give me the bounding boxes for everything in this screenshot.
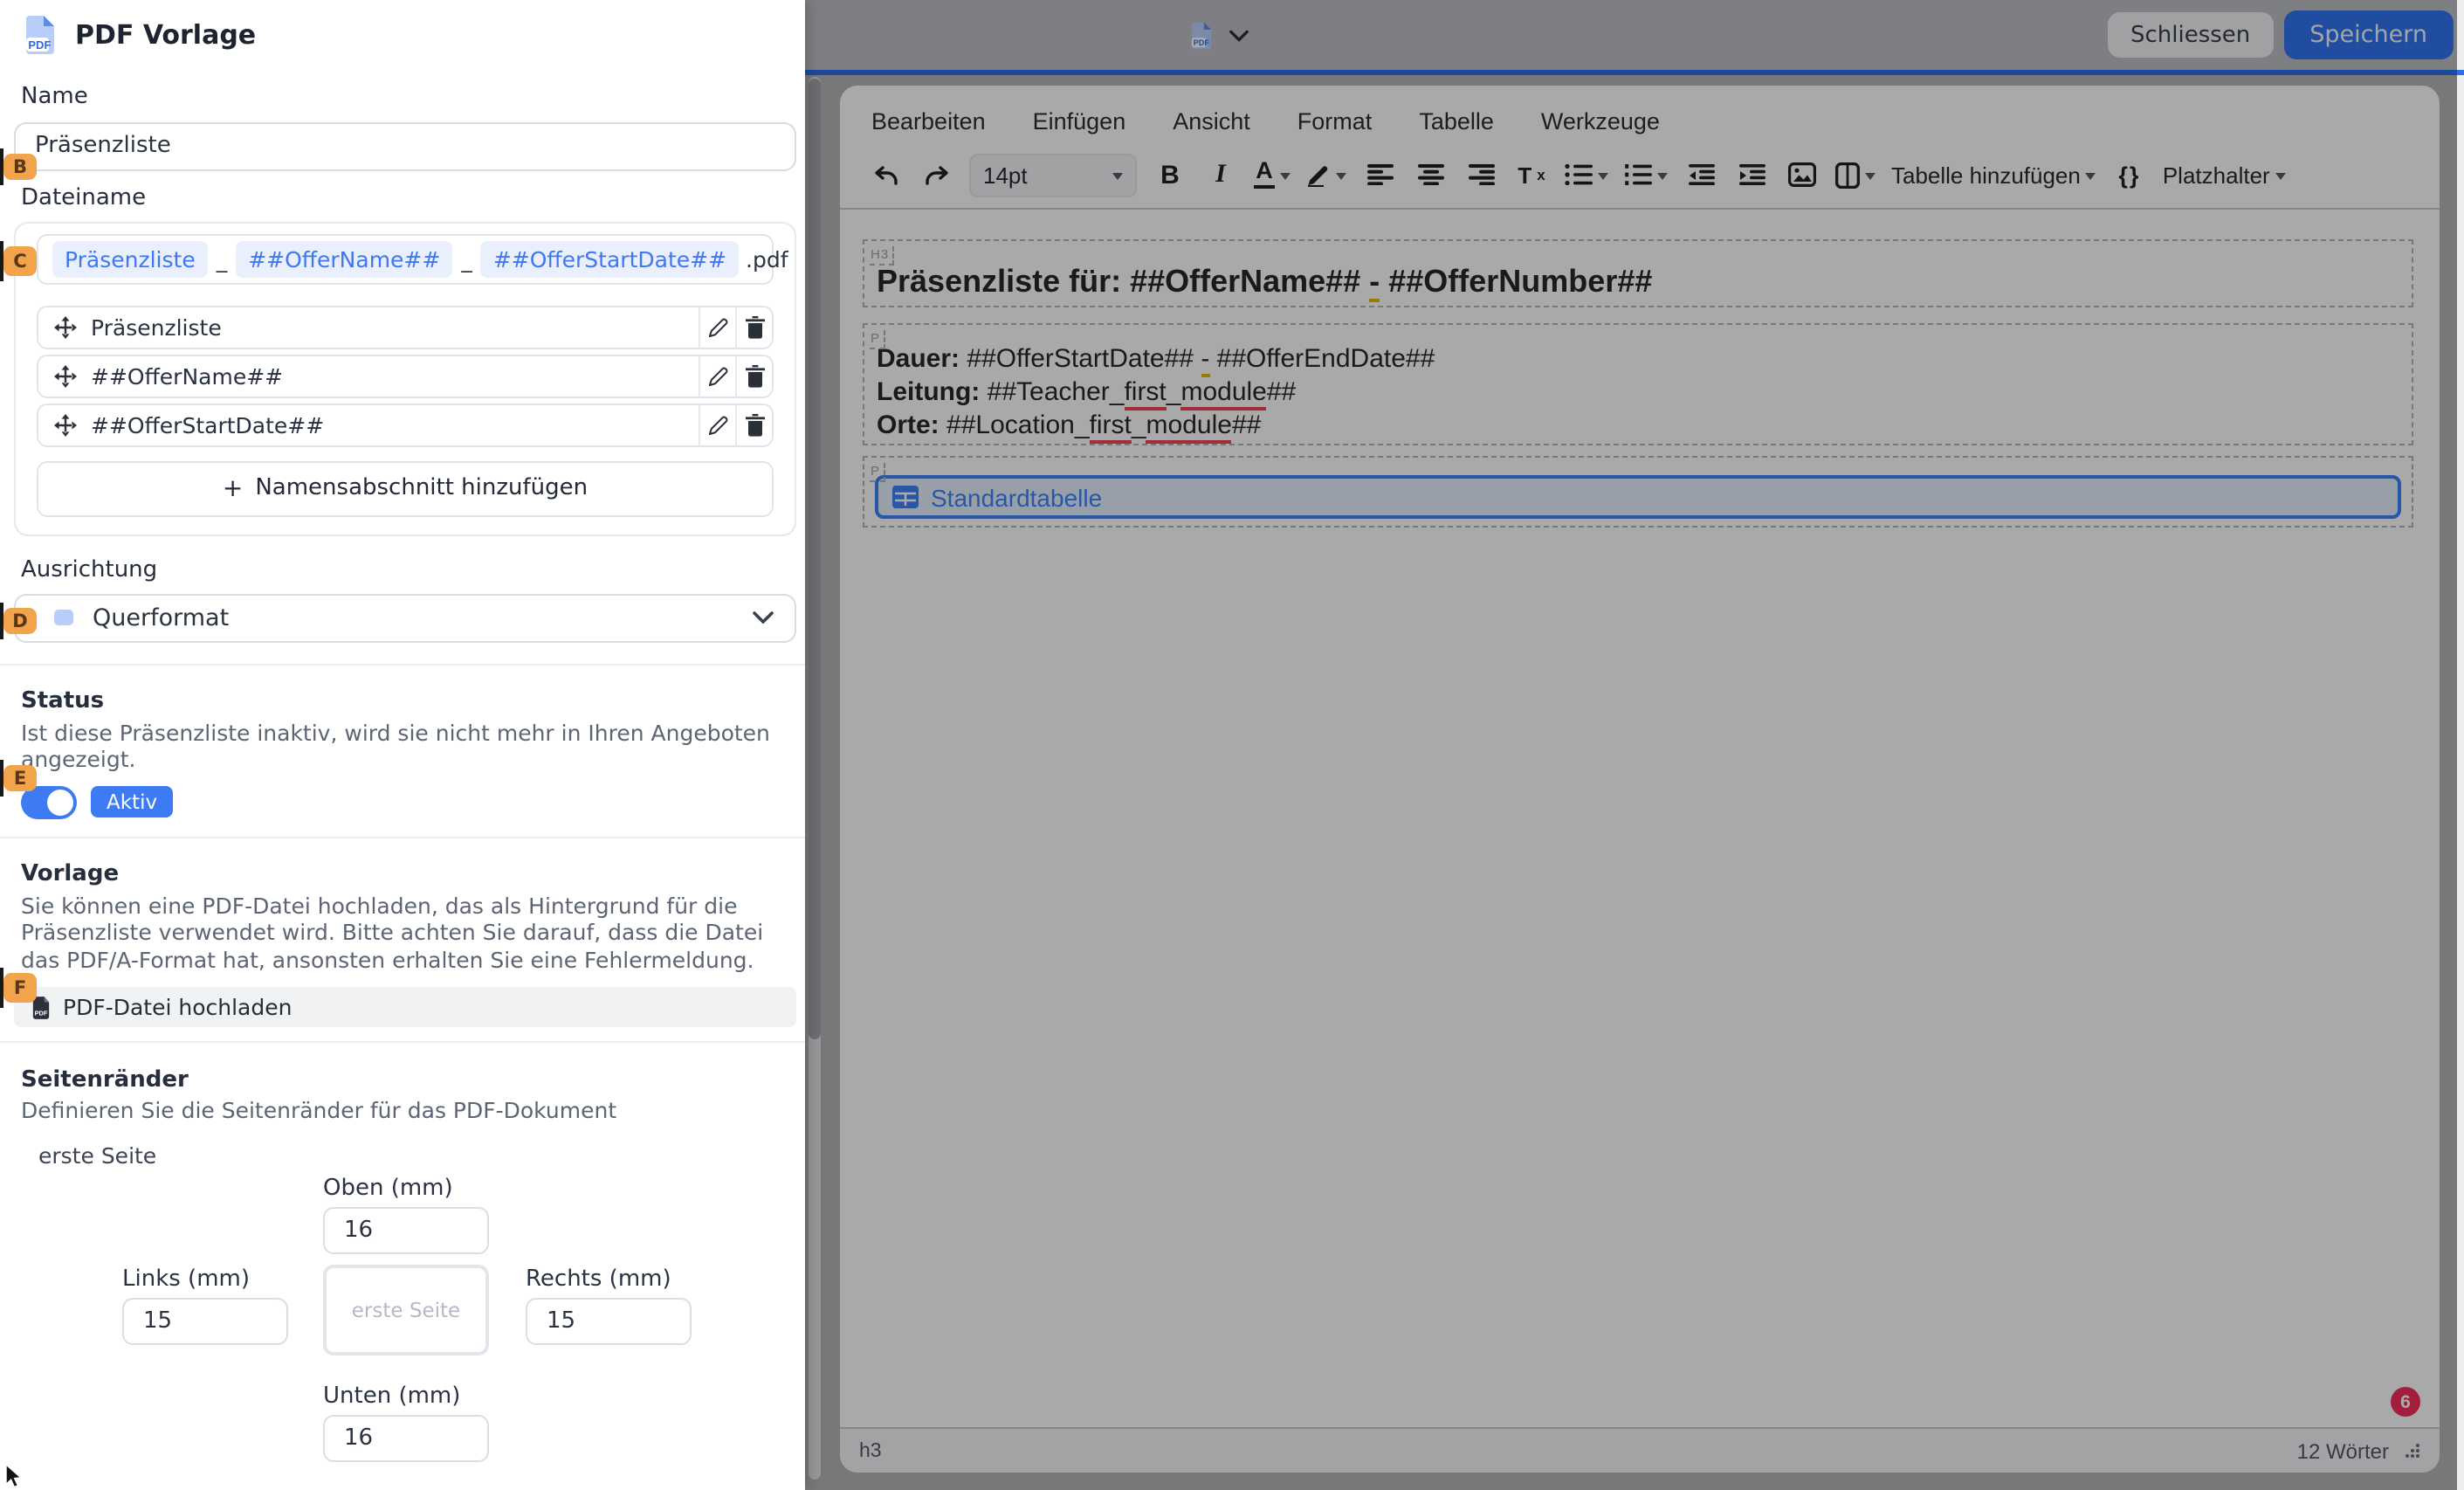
filename-chip: ##OfferStartDate## (481, 240, 739, 277)
drawer-title: PDF Vorlage (75, 19, 256, 51)
orientation-select[interactable]: Querformat (14, 593, 796, 642)
section-text: ##OfferName## (91, 362, 699, 389)
section-divider (0, 836, 805, 838)
filename-sections: Präsenzliste ##OfferName## ##OfferStartD… (37, 305, 774, 446)
margins-heading: Seitenränder (21, 1067, 796, 1093)
separator: _ (217, 245, 228, 272)
template-description: Sie können eine PDF-Datei hochladen, das… (21, 892, 796, 973)
filename-section-row[interactable]: ##OfferStartDate## (37, 403, 774, 446)
margin-top-label: Oben (mm) (323, 1175, 453, 1201)
drag-handle-icon[interactable] (54, 413, 77, 436)
margin-top-input[interactable] (323, 1206, 489, 1253)
section-text: ##OfferStartDate## (91, 411, 699, 438)
filename-label: Dateiname (21, 184, 796, 212)
delete-icon[interactable] (735, 355, 772, 396)
margin-bottom-label: Unten (mm) (323, 1383, 460, 1409)
name-input[interactable] (14, 121, 796, 170)
orientation-value: Querformat (93, 604, 733, 631)
status-description: Ist diese Präsenzliste inaktiv, wird sie… (21, 719, 796, 773)
app-screen: PDF Schliessen Speichern Bearbeiten Einf… (0, 0, 2464, 1490)
plus-icon: + (223, 474, 243, 502)
margins-widget: Oben (mm) Links (mm) erste Seite Rechts … (14, 1175, 796, 1461)
first-page-label: erste Seite (38, 1142, 796, 1168)
drag-handle-icon[interactable] (54, 364, 77, 387)
margin-left-label: Links (mm) (122, 1266, 250, 1292)
filename-section-row[interactable]: ##OfferName## (37, 354, 774, 397)
section-text: Präsenzliste (91, 314, 699, 340)
separator: _ (461, 245, 472, 272)
svg-text:PDF: PDF (28, 38, 51, 52)
delete-icon[interactable] (735, 307, 772, 347)
status-heading: Status (21, 687, 796, 714)
orientation-label: Ausrichtung (21, 556, 796, 584)
drag-handle-icon[interactable] (54, 315, 77, 338)
filename-chip: ##OfferName## (236, 240, 452, 277)
annotation-badge-e[interactable]: E (3, 765, 37, 791)
upload-pdf-label: PDF-Datei hochladen (63, 994, 292, 1020)
toggle-knob (47, 789, 73, 815)
annotation-badge-b[interactable]: B (3, 154, 37, 180)
mouse-cursor (5, 1464, 23, 1488)
margin-left-input[interactable] (122, 1297, 288, 1344)
drawer-body: Name Dateiname Präsenzliste _ ##OfferNam… (0, 74, 805, 1490)
chevron-down-icon (753, 611, 774, 624)
edit-icon[interactable] (699, 404, 735, 445)
filename-chip: Präsenzliste (52, 240, 208, 277)
name-label: Name (21, 83, 796, 111)
svg-text:PDF: PDF (35, 1008, 48, 1016)
annotation-badge-c[interactable]: C (3, 246, 37, 276)
section-divider (0, 663, 805, 665)
drawer-header: PDF PDF Vorlage (0, 0, 805, 70)
upload-pdf-button[interactable]: PDF PDF-Datei hochladen (14, 987, 796, 1027)
modal-overlay[interactable] (805, 0, 2457, 1490)
template-heading: Vorlage (21, 860, 796, 886)
margin-bottom-input[interactable] (323, 1414, 489, 1461)
annotation-badge-d[interactable]: D (3, 608, 37, 634)
page-preview-box: erste Seite (323, 1264, 489, 1355)
edit-icon[interactable] (699, 355, 735, 396)
edit-icon[interactable] (699, 307, 735, 347)
margin-right-label: Rechts (mm) (526, 1266, 671, 1292)
page-scrollbar[interactable] (2457, 0, 2464, 1490)
add-name-section-button[interactable]: + Namensabschnitt hinzufügen (37, 460, 774, 516)
pdf-file-icon: PDF (23, 14, 58, 56)
filename-card: Präsenzliste _ ##OfferName## _ ##OfferSt… (14, 221, 796, 535)
landscape-icon (54, 610, 73, 626)
file-extension: .pdf (746, 245, 788, 272)
pdf-template-drawer: PDF PDF Vorlage Name Dateiname Präsenzli… (0, 0, 805, 1490)
filename-section-row[interactable]: Präsenzliste (37, 305, 774, 348)
add-name-section-label: Namensabschnitt hinzufügen (255, 475, 588, 501)
margins-description: Definieren Sie die Seitenränder für das … (21, 1097, 796, 1124)
status-badge[interactable]: Aktiv (91, 786, 173, 817)
filename-preview: Präsenzliste _ ##OfferName## _ ##OfferSt… (37, 233, 774, 284)
margin-right-input[interactable] (526, 1297, 692, 1344)
delete-icon[interactable] (735, 404, 772, 445)
annotation-badge-f[interactable]: F (3, 973, 37, 1003)
section-divider (0, 1041, 805, 1043)
